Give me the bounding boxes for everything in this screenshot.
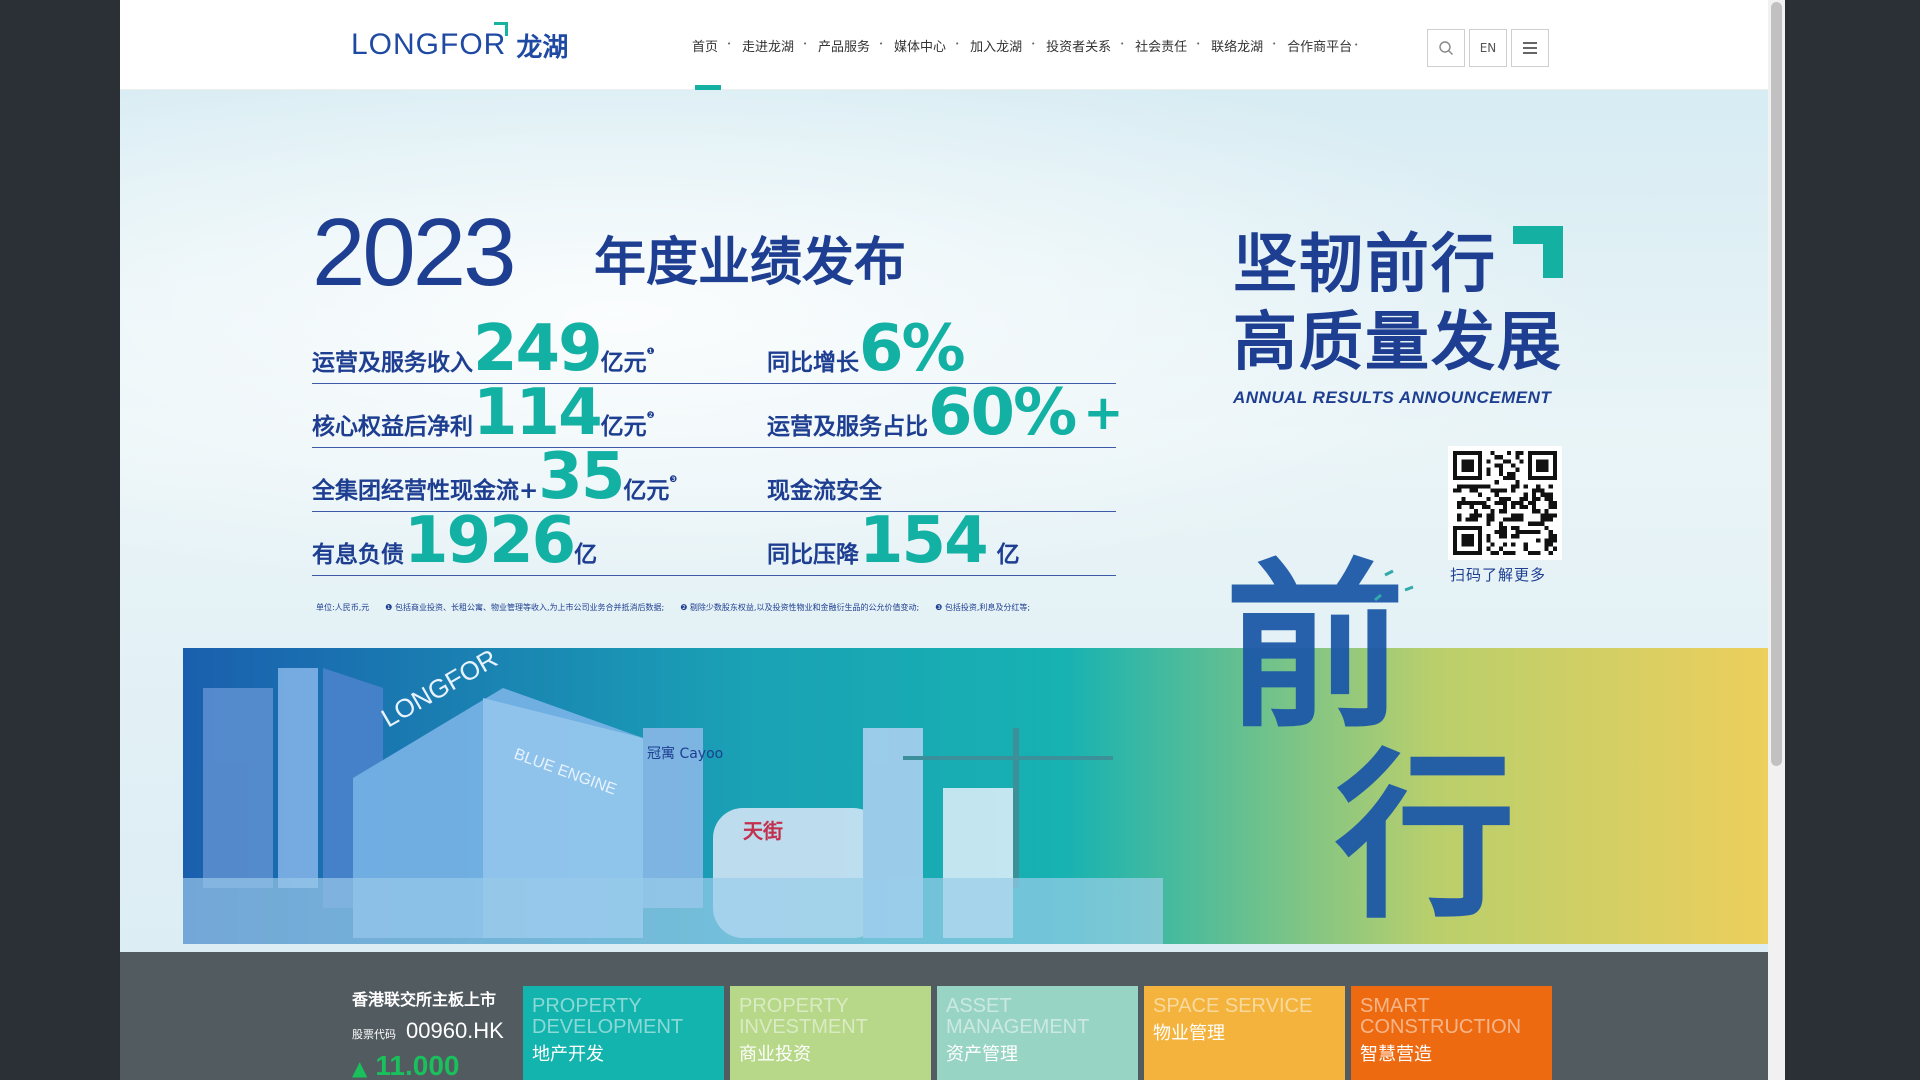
calligraphy-text: 前 行: [1225, 542, 1515, 943]
tile-property-development[interactable]: PROPERTY DEVELOPMENT 地产开发: [523, 986, 724, 1080]
metric-label: 有息负债: [312, 542, 404, 568]
up-arrow-icon: ▲: [352, 1056, 368, 1080]
sign-tianjie: 天街: [743, 819, 783, 843]
vertical-scrollbar[interactable]: [1768, 0, 1785, 1080]
metric-unit: 亿: [996, 542, 1020, 568]
nav-item-careers[interactable]: 加入龙湖: [955, 0, 1034, 90]
footnote: ❸ 包括投资,利息及分红等;: [935, 603, 1031, 612]
metric-unit: 亿元: [600, 414, 647, 440]
nav-item-investors[interactable]: 投资者关系: [1031, 0, 1123, 90]
footnote-marker: ❷: [646, 411, 655, 421]
tile-asset-management[interactable]: ASSET MANAGEMENT 资产管理: [937, 986, 1138, 1080]
main-nav: 首页 走进龙湖 产品服务 媒体中心 加入龙湖 投资者关系 社会责任 联络龙湖 合…: [680, 0, 1370, 90]
slogan-line-2: 高质量发展: [1233, 306, 1563, 380]
footnote: 单位:人民币,元: [316, 603, 370, 612]
nav-item-media[interactable]: 媒体中心: [879, 0, 958, 90]
metric-value: 114: [473, 376, 603, 450]
hero-banner[interactable]: 2023 年度业绩发布 运营及服务收入 249 亿元 ❶ 同比增长 6% 核心权…: [120, 90, 1785, 952]
tile-en-label: SMART CONSTRUCTION: [1360, 995, 1522, 1038]
tile-cn-label: 资产管理: [946, 1044, 1018, 1065]
results-year: 2023: [312, 199, 517, 306]
metric-value: 1926: [404, 504, 576, 578]
header-tools: EN: [1427, 29, 1549, 67]
metric-value: 154: [859, 504, 989, 578]
logo-chinese: 龙湖: [516, 32, 569, 63]
tile-cn-label: 智慧营造: [1360, 1044, 1432, 1065]
tile-smart-construction[interactable]: SMART CONSTRUCTION 智慧营造: [1351, 986, 1552, 1080]
metric-label: 同比增长: [767, 350, 859, 376]
footnote-marker: ❶: [646, 347, 655, 357]
metric-value: 60%: [928, 376, 1077, 450]
calligraphy-art: 前 行: [1215, 520, 1535, 952]
metric-row: 全集团经营性现金流+ 35 亿元 ❸ 现金流安全: [312, 440, 1116, 514]
logo-wordmark: LONGFOR: [351, 22, 509, 62]
metric-unit: +: [1083, 385, 1123, 441]
metric-label: 同比压降: [767, 542, 859, 568]
metric-label: 核心权益后净利: [312, 414, 473, 440]
stock-code: 00960.HK: [406, 1018, 504, 1043]
metric-row: 核心权益后净利 114 亿元 ❷ 运营及服务占比 60% +: [312, 376, 1123, 450]
tile-cn-label: 物业管理: [1153, 1023, 1225, 1044]
menu-button[interactable]: [1511, 29, 1549, 67]
nav-item-products[interactable]: 产品服务: [803, 0, 882, 90]
metric-label: 现金流安全: [767, 478, 882, 504]
footnotes: 单位:人民币,元 ❶ 包括商业投资、长租公寓、物业管理等收入,为上市公司业务合并…: [316, 602, 1030, 613]
language-en-button[interactable]: EN: [1469, 29, 1507, 67]
stock-price: 11.000: [375, 1050, 460, 1080]
tile-en-label: SPACE SERVICE: [1153, 995, 1313, 1017]
stock-info: 香港联交所主板上市 股票代码 00960.HK ▲ 11.000: [352, 986, 504, 1080]
footnote: ❶ 包括商业投资、长租公寓、物业管理等收入,为上市公司业务合并抵消后数据;: [385, 603, 665, 612]
footnote-marker: ❸: [669, 475, 678, 485]
metric-value: 249: [473, 312, 603, 386]
tile-cn-label: 地产开发: [532, 1044, 604, 1065]
sign-cayoo: 冠寓 Cayoo: [647, 745, 723, 762]
tile-space-service[interactable]: SPACE SERVICE 物业管理: [1144, 986, 1345, 1080]
tile-en-label: ASSET MANAGEMENT: [946, 995, 1090, 1038]
search-button[interactable]: [1427, 29, 1465, 67]
slogan-english: ANNUAL RESULTS ANNOUNCEMENT: [1233, 388, 1552, 407]
tile-cn-label: 商业投资: [739, 1044, 811, 1065]
longfor-logo[interactable]: LONGFOR 龙湖: [351, 22, 569, 65]
metric-value: 6%: [859, 312, 966, 386]
listing-label: 香港联交所主板上市: [352, 990, 497, 1009]
business-tiles: PROPERTY DEVELOPMENT 地产开发 PROPERTY INVES…: [523, 986, 1552, 1080]
nav-item-about[interactable]: 走进龙湖: [727, 0, 806, 90]
tile-en-label: PROPERTY INVESTMENT: [739, 995, 868, 1038]
nav-item-partners[interactable]: 合作商平台•: [1272, 0, 1370, 90]
slogan: 坚韧前行 高质量发展 ANNUAL RESULTS ANNOUNCEMENT: [1233, 226, 1563, 408]
tile-property-investment[interactable]: PROPERTY INVESTMENT 商业投资: [730, 986, 931, 1080]
nav-item-home[interactable]: 首页: [680, 0, 730, 90]
metric-unit: 亿元: [623, 478, 670, 504]
tile-en-label: PROPERTY DEVELOPMENT: [532, 995, 684, 1038]
stock-code-label: 股票代码: [352, 1028, 396, 1041]
results-title: 年度业绩发布: [594, 233, 907, 293]
footnote: ❷ 剔除少数股东权益,以及投资性物业和金融衍生品的公允价值变动;: [680, 603, 920, 612]
metric-unit: 亿元: [600, 350, 647, 376]
metric-label: 运营及服务占比: [767, 414, 928, 440]
metric-label: 全集团经营性现金流+: [312, 478, 539, 504]
metric-unit: 亿: [574, 542, 598, 568]
site-header: LONGFOR 龙湖 首页 走进龙湖 产品服务 媒体中心 加入龙湖 投资者关系 …: [120, 0, 1785, 90]
business-strip: 香港联交所主板上市 股票代码 00960.HK ▲ 11.000 PROPERT…: [120, 952, 1785, 1080]
scrollbar-thumb[interactable]: [1771, 2, 1782, 766]
nav-item-contact[interactable]: 联络龙湖: [1196, 0, 1275, 90]
nav-item-csr[interactable]: 社会责任: [1120, 0, 1199, 90]
metric-value: 35: [538, 440, 625, 514]
metric-row: 有息负债 1926 亿 同比压降 154 亿: [312, 504, 1116, 578]
metric-label: 运营及服务收入: [312, 350, 473, 376]
cityscape-illustration: LONGFOR BLUE ENGINE 冠寓 Cayoo 天街: [183, 648, 1785, 944]
hamburger-menu-icon: [1523, 42, 1537, 54]
metric-row: 运营及服务收入 249 亿元 ❶ 同比增长 6%: [312, 312, 1116, 386]
search-icon: [1439, 41, 1453, 55]
page: LONGFOR 龙湖 首页 走进龙湖 产品服务 媒体中心 加入龙湖 投资者关系 …: [120, 0, 1785, 1080]
